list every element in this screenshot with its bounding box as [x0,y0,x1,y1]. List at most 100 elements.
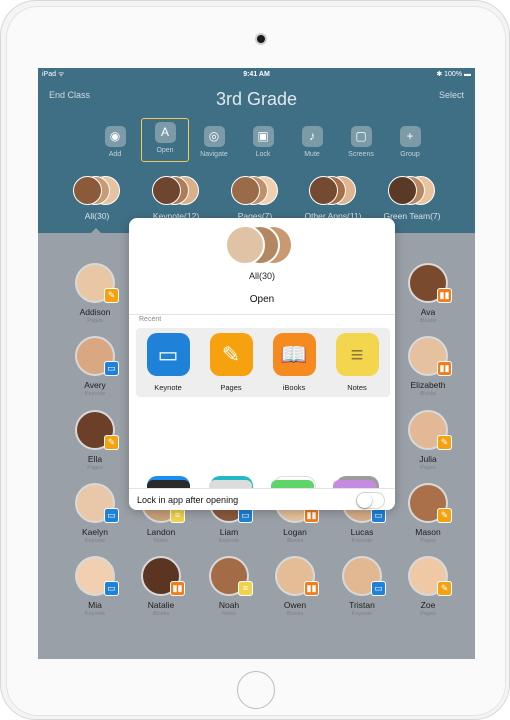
app-icon-partial [147,480,190,488]
notes-icon: ≡ [335,333,379,376]
tool-add-button[interactable]: ◉ Add [91,123,139,158]
group-tab[interactable]: All(30) [58,176,136,221]
open-app-popover: All(30) Open Recent ▭ Keynote ✎ Pages 📖 iBook… [129,218,395,510]
student-name: Noah [218,600,240,610]
student-tile[interactable]: ✎ Mason Pages [393,483,463,544]
student-tile[interactable]: ▭ Mia Keynote [60,556,130,617]
app-ibooks[interactable]: 📖 iBooks [264,333,324,392]
student-name: Kaelyn [82,527,108,537]
lock-in-app-toggle[interactable] [356,492,385,509]
toggle-knob [357,493,372,508]
group-avatar-stack [148,176,204,208]
student-app: Keynote [218,538,240,544]
student-tile[interactable]: ≡ Noah Notes [194,556,264,617]
student-name: Zoe [420,600,436,610]
keynote-badge-icon: ▭ [104,581,119,596]
group-avatar-stack [225,225,305,267]
student-tile[interactable]: ▮▮ Elizabeth iBooks [393,336,463,397]
student-tile[interactable]: ✎ Julia Pages [393,410,463,471]
avatar: ✎ [408,556,452,596]
student-app: Pages [87,465,103,471]
recent-section-label: Recent [139,316,162,323]
pages-badge-icon: ✎ [437,435,452,450]
student-tile[interactable]: ▮▮ Owen iBooks [260,556,330,617]
avatar: ▭ [75,556,119,596]
tool-lock-button[interactable]: ▣ Lock [239,123,287,158]
student-name: Natalie [147,600,175,610]
student-name: Liam [219,527,239,537]
app-keynote[interactable]: ▭ Keynote [138,333,198,392]
pages-badge-icon: ✎ [437,581,452,596]
pages-icon: ✎ [209,333,253,376]
avatar: ▮▮ [275,556,319,596]
popover-group-label: All(30) [248,271,275,281]
student-app: Notes [221,611,237,617]
class-header: iPad ᯤ 9:41 AM ✱ 100% ▬ End Class 3rd Gr… [38,68,475,234]
app-name: Notes [347,383,367,392]
ibooks-badge-icon: ▮▮ [437,288,452,303]
tool-group-button[interactable]: + Group [386,123,434,158]
student-tile[interactable]: ▭ Tristan Keynote [327,556,397,617]
person-icon: ◉ [104,126,126,147]
tool-screens-button[interactable]: ▢ Screens [337,123,385,158]
popover-title: Open [249,294,275,305]
app-name: iBooks [282,383,306,392]
student-tile[interactable]: ▭ Avery Keynote [60,336,130,397]
screen-icon: ▢ [350,126,372,147]
student-name: Logan [283,527,307,537]
avatar: ▮▮ [408,263,452,303]
notes-badge-icon: ≡ [238,581,253,596]
tool-label: Navigate [200,151,228,158]
select-button[interactable]: Select [439,90,464,100]
lock-icon: ▣ [252,126,274,147]
divider [129,314,395,315]
student-app: Keynote [84,391,106,397]
student-name: Landon [146,527,176,537]
group-tab[interactable]: Pages(7) [216,176,294,221]
student-tile[interactable]: ▮▮ Natalie iBooks [126,556,196,617]
student-name: Owen [283,600,307,610]
student-app: Pages [420,611,436,617]
student-tile[interactable]: ✎ Addison Pages [60,263,130,324]
app-icon-partial [333,480,376,488]
group-avatar-stack [227,176,283,208]
student-name: Mia [88,600,102,610]
app-notes[interactable]: ≡ Notes [327,333,387,392]
student-tile[interactable]: ▮▮ Ava iBooks [393,263,463,324]
tool-open-button[interactable]: A Open [141,118,189,162]
notes-badge-icon: ≡ [170,508,185,523]
tool-label: Open [156,147,174,154]
avatar [231,176,260,205]
student-tile[interactable]: ▭ Kaelyn Keynote [60,483,130,544]
avatar: ▭ [342,556,386,596]
avatar: ▭ [75,483,119,523]
tool-mute-button[interactable]: ♪ Mute [288,123,336,158]
home-button[interactable] [237,671,275,709]
student-app: iBooks [286,538,304,544]
group-tab[interactable]: Keynote(12) [137,176,215,221]
tool-label: Lock [255,151,271,158]
tool-navigate-button[interactable]: ◎ Navigate [190,123,238,158]
avatar: ▭ [75,336,119,376]
student-app: Keynote [84,538,106,544]
tool-label: Group [400,151,420,158]
avatar: ▮▮ [408,336,452,376]
group-tab[interactable]: Green Team(7) [373,176,451,221]
ipad-frame: iPad ᯤ 9:41 AM ✱ 100% ▬ End Class 3rd Gr… [0,0,510,720]
student-app: Pages [420,465,436,471]
student-name: Elizabeth [410,380,446,390]
lock-in-app-label: Lock in app after opening [137,495,239,505]
student-app: iBooks [286,611,304,617]
app-pages[interactable]: ✎ Pages [201,333,261,392]
group-tab[interactable]: Other Apps(11) [294,176,372,221]
student-tile[interactable]: ✎ Zoe Pages [393,556,463,617]
student-tile[interactable]: ✎ Ella Pages [60,410,130,471]
student-app: Keynote [351,611,373,617]
student-name: Mason [415,527,441,537]
group-avatar-stack [305,176,361,208]
ibooks-badge-icon: ▮▮ [304,508,319,523]
keynote-icon: ▭ [146,333,190,376]
selected-group-indicator [90,228,102,234]
student-name: Julia [419,454,437,464]
status-bar: iPad ᯤ 9:41 AM ✱ 100% ▬ [38,68,475,82]
